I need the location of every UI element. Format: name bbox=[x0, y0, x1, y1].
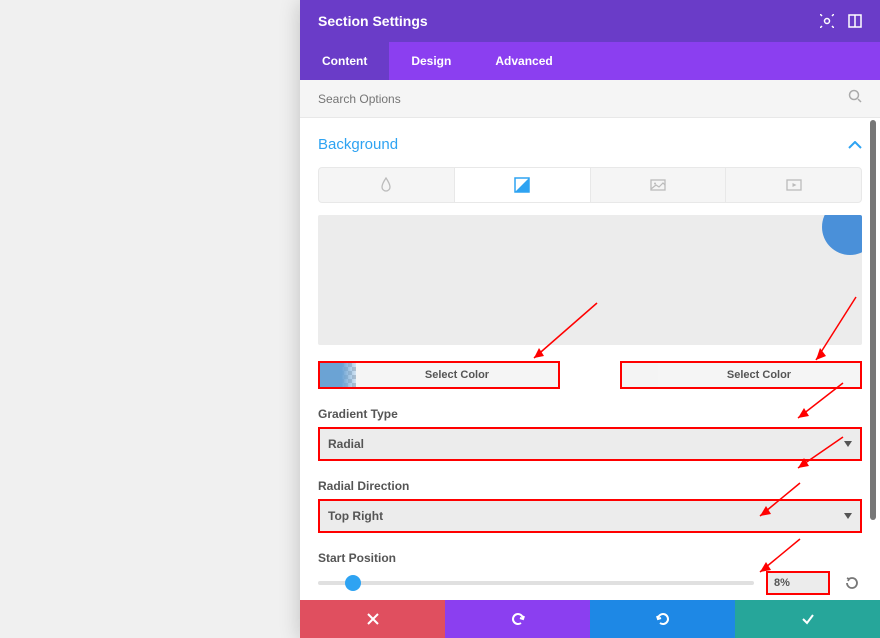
redo-button[interactable] bbox=[590, 600, 735, 638]
start-position-label: Start Position bbox=[318, 551, 862, 565]
search-bar bbox=[300, 80, 880, 118]
tab-advanced[interactable]: Advanced bbox=[473, 42, 574, 80]
modal-footer bbox=[300, 600, 880, 638]
expand-icon[interactable] bbox=[820, 14, 834, 28]
settings-modal: Section Settings Content Design Advanced… bbox=[300, 0, 880, 638]
gradient-preview-corner bbox=[822, 215, 862, 255]
section-title: Background bbox=[318, 136, 398, 153]
start-position-field: Start Position bbox=[318, 551, 862, 595]
gradient-type-label: Gradient Type bbox=[318, 407, 862, 421]
color-selector-2[interactable]: Select Color bbox=[620, 361, 862, 389]
bg-tab-video[interactable] bbox=[726, 168, 861, 202]
bg-tab-image[interactable] bbox=[591, 168, 727, 202]
modal-header-actions bbox=[820, 14, 862, 28]
radial-direction-field: Radial Direction Top Right bbox=[318, 479, 862, 533]
cancel-button[interactable] bbox=[300, 600, 445, 638]
scrollbar[interactable] bbox=[870, 120, 876, 520]
modal-header: Section Settings bbox=[300, 0, 880, 42]
background-subtabs bbox=[318, 167, 862, 203]
section-header[interactable]: Background bbox=[318, 118, 862, 167]
chevron-up-icon bbox=[848, 141, 862, 149]
tab-design[interactable]: Design bbox=[389, 42, 473, 80]
color-swatch-1 bbox=[320, 363, 356, 387]
modal-title: Section Settings bbox=[318, 13, 428, 29]
gradient-type-select[interactable]: Radial bbox=[320, 429, 860, 459]
undo-button[interactable] bbox=[445, 600, 590, 638]
panel-body: Background Select Color Select Color Gra… bbox=[300, 118, 880, 600]
gradient-preview bbox=[318, 215, 862, 345]
color-selector-1[interactable]: Select Color bbox=[318, 361, 560, 389]
color-selectors-row: Select Color Select Color bbox=[318, 361, 862, 389]
modal-tabs: Content Design Advanced bbox=[300, 42, 880, 80]
start-position-slider[interactable] bbox=[318, 581, 754, 585]
select-color-2-button[interactable]: Select Color bbox=[658, 363, 860, 387]
color-swatch-2 bbox=[622, 363, 658, 387]
snap-icon[interactable] bbox=[848, 14, 862, 28]
tab-content[interactable]: Content bbox=[300, 42, 389, 80]
save-button[interactable] bbox=[735, 600, 880, 638]
search-input[interactable] bbox=[318, 92, 848, 106]
select-color-1-button[interactable]: Select Color bbox=[356, 363, 558, 387]
bg-tab-color[interactable] bbox=[319, 168, 455, 202]
start-position-thumb[interactable] bbox=[345, 575, 361, 591]
search-icon[interactable] bbox=[848, 89, 862, 108]
bg-tab-gradient[interactable] bbox=[455, 168, 591, 202]
radial-direction-label: Radial Direction bbox=[318, 479, 862, 493]
radial-direction-select[interactable]: Top Right bbox=[320, 501, 860, 531]
gradient-type-field: Gradient Type Radial bbox=[318, 407, 862, 461]
start-position-value[interactable] bbox=[766, 571, 830, 595]
start-position-reset-icon[interactable] bbox=[842, 573, 862, 593]
